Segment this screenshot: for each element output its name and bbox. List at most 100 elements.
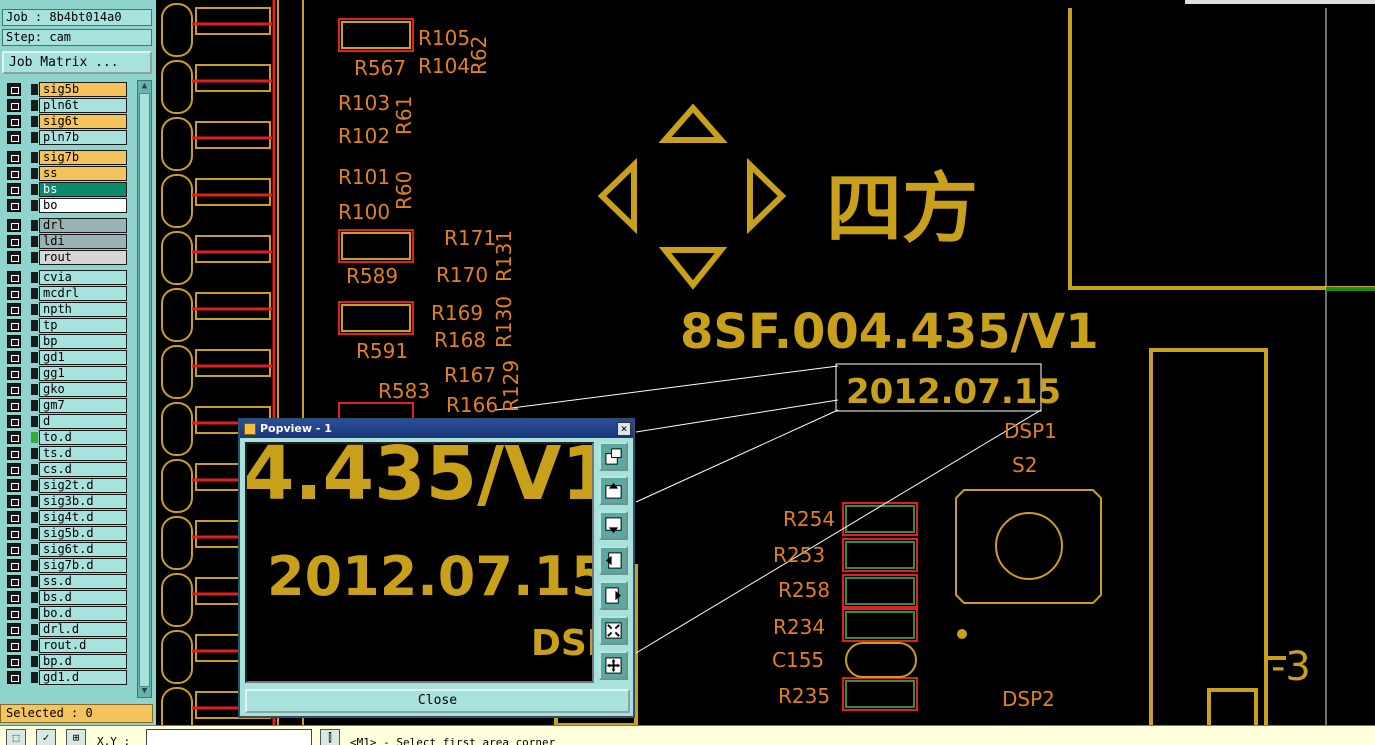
layer-row[interactable]: gko [3, 382, 136, 397]
select-tool-icon[interactable]: ⬚ [6, 729, 26, 745]
job-matrix-button[interactable]: Job Matrix ... [2, 51, 152, 74]
layer-row[interactable]: drl.d [3, 622, 136, 637]
layer-checkbox[interactable] [7, 351, 21, 364]
layer-row[interactable]: sig7b [3, 150, 136, 165]
layer-row[interactable]: gg1 [3, 366, 136, 381]
layer-checkbox[interactable] [7, 287, 21, 300]
layer-name[interactable]: bp [39, 334, 127, 349]
layer-row[interactable]: rout [3, 250, 136, 265]
layer-row[interactable]: gm7 [3, 398, 136, 413]
layer-row[interactable]: cvia [3, 270, 136, 285]
layer-name[interactable]: drl.d [39, 622, 127, 637]
zoom-in-icon[interactable] [599, 651, 628, 680]
layer-checkbox[interactable] [7, 607, 21, 620]
layer-list-scrollbar[interactable]: ▲ ▼ [137, 80, 152, 698]
scrollbar-thumb[interactable] [139, 93, 150, 687]
layer-checkbox[interactable] [7, 131, 21, 144]
layer-checkbox[interactable] [7, 235, 21, 248]
layer-row[interactable]: sig6t [3, 114, 136, 129]
layer-checkbox[interactable] [7, 319, 21, 332]
layer-name[interactable]: npth [39, 302, 127, 317]
layer-checkbox[interactable] [7, 623, 21, 636]
layer-name[interactable]: bo.d [39, 606, 127, 621]
cursor-tool-icon[interactable]: ⫿ [320, 729, 340, 745]
layer-name[interactable]: sig6t [39, 114, 127, 129]
layer-name[interactable]: sig3b.d [39, 494, 127, 509]
layer-checkbox[interactable] [7, 655, 21, 668]
layer-checkbox[interactable] [7, 527, 21, 540]
grid-tool-icon[interactable]: ⊞ [66, 729, 86, 745]
layer-name[interactable]: bo [39, 198, 127, 213]
layer-name[interactable]: pln7b [39, 130, 127, 145]
popview-close-button[interactable]: Close [245, 689, 630, 713]
layer-name[interactable]: cs.d [39, 462, 127, 477]
layer-checkbox[interactable] [7, 511, 21, 524]
pan-up-icon[interactable] [599, 476, 628, 505]
layer-checkbox[interactable] [7, 463, 21, 476]
layer-checkbox[interactable] [7, 575, 21, 588]
zoom-window-icon[interactable] [599, 442, 628, 471]
layer-checkbox[interactable] [7, 543, 21, 556]
layer-checkbox[interactable] [7, 671, 21, 684]
layer-name[interactable]: sig5b [39, 82, 127, 97]
popview-window[interactable]: Popview - 1 × 4.435/V1 2012.07.15 DSP Cl… [238, 418, 635, 718]
layer-checkbox[interactable] [7, 367, 21, 380]
layer-name[interactable]: to.d [39, 430, 127, 445]
layer-row[interactable]: sig4t.d [3, 510, 136, 525]
layer-row[interactable]: drl [3, 218, 136, 233]
layer-row[interactable]: bo.d [3, 606, 136, 621]
layer-name[interactable]: tp [39, 318, 127, 333]
layer-name[interactable]: ldi [39, 234, 127, 249]
layer-checkbox[interactable] [7, 83, 21, 96]
layer-checkbox[interactable] [7, 151, 21, 164]
layer-checkbox[interactable] [7, 167, 21, 180]
layer-row[interactable]: ss.d [3, 574, 136, 589]
layer-checkbox[interactable] [7, 183, 21, 196]
layer-name[interactable]: bs.d [39, 590, 127, 605]
layer-row[interactable]: bs [3, 182, 136, 197]
layer-row[interactable]: sig3b.d [3, 494, 136, 509]
layer-name[interactable]: mcdrl [39, 286, 127, 301]
layer-name[interactable]: gko [39, 382, 127, 397]
layer-row[interactable]: ldi [3, 234, 136, 249]
layer-checkbox[interactable] [7, 431, 21, 444]
layer-row[interactable]: sig7b.d [3, 558, 136, 573]
layer-name[interactable]: rout.d [39, 638, 127, 653]
layer-checkbox[interactable] [7, 199, 21, 212]
layer-name[interactable]: gd1.d [39, 670, 127, 685]
layer-checkbox[interactable] [7, 251, 21, 264]
pan-down-icon[interactable] [599, 511, 628, 540]
layer-checkbox[interactable] [7, 639, 21, 652]
layer-checkbox[interactable] [7, 495, 21, 508]
layer-row[interactable]: sig2t.d [3, 478, 136, 493]
layer-name[interactable]: sig4t.d [39, 510, 127, 525]
layer-row[interactable]: pln6t [3, 98, 136, 113]
layer-checkbox[interactable] [7, 383, 21, 396]
layer-row[interactable]: gd1.d [3, 670, 136, 685]
check-tool-icon[interactable]: ✓ [36, 729, 56, 745]
layer-row[interactable]: sig5b [3, 82, 136, 97]
layer-row[interactable]: ss [3, 166, 136, 181]
layer-name[interactable]: ss [39, 166, 127, 181]
layer-name[interactable]: d [39, 414, 127, 429]
layer-checkbox[interactable] [7, 591, 21, 604]
pan-right-icon[interactable] [599, 581, 628, 610]
layer-checkbox[interactable] [7, 447, 21, 460]
layer-checkbox[interactable] [7, 415, 21, 428]
layer-checkbox[interactable] [7, 559, 21, 572]
layer-name[interactable]: ss.d [39, 574, 127, 589]
zoom-out-icon[interactable] [599, 616, 628, 645]
scroll-down-icon[interactable]: ▼ [139, 686, 150, 697]
layer-row[interactable]: tp [3, 318, 136, 333]
popview-title[interactable]: Popview - 1 [240, 420, 633, 438]
scroll-up-icon[interactable]: ▲ [139, 81, 150, 92]
layer-name[interactable]: bs [39, 182, 127, 197]
layer-row[interactable]: bs.d [3, 590, 136, 605]
layer-row[interactable]: sig6t.d [3, 542, 136, 557]
layer-row[interactable]: npth [3, 302, 136, 317]
layer-row[interactable]: bp.d [3, 654, 136, 669]
layer-name[interactable]: sig5b.d [39, 526, 127, 541]
layer-row[interactable]: rout.d [3, 638, 136, 653]
layer-checkbox[interactable] [7, 479, 21, 492]
layer-row[interactable]: pln7b [3, 130, 136, 145]
